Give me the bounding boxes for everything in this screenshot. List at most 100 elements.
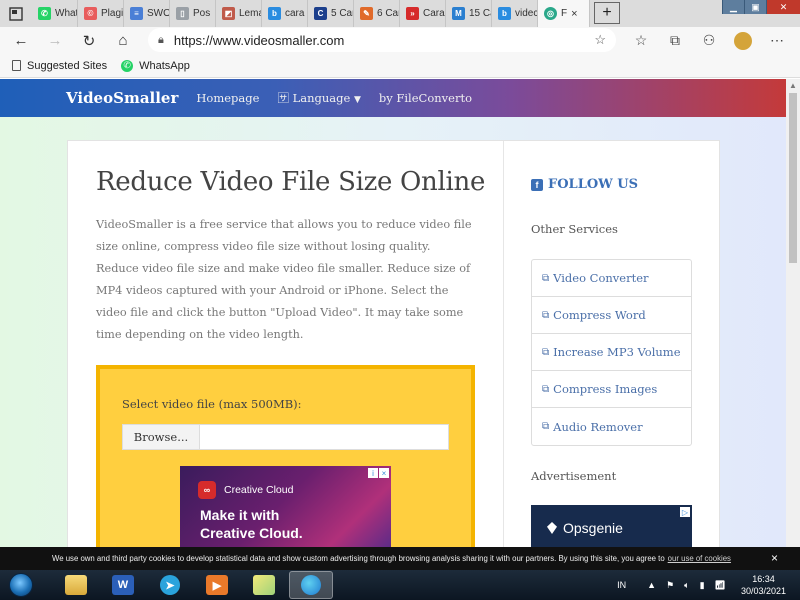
tab-favicon-icon: ◎: [544, 7, 557, 20]
browser-tab[interactable]: b videc: [492, 0, 538, 27]
action-center-icon[interactable]: ⚑: [666, 580, 674, 591]
cookie-text: We use own and third party cookies to de…: [52, 554, 665, 563]
windows-orb-icon: [9, 573, 33, 597]
address-bar[interactable]: 🔒︎ https://www.videosmaller.com ☆: [148, 28, 616, 52]
external-link-icon: ⧉: [542, 421, 550, 432]
home-button[interactable]: ⌂: [106, 27, 140, 54]
bookmark-label: WhatsApp: [139, 59, 190, 72]
browser-tab[interactable]: M 15 Ca: [446, 0, 492, 27]
browser-tab[interactable]: ▯ Pos: [170, 0, 216, 27]
whatsapp-icon: ✆: [121, 59, 134, 72]
new-tab-button[interactable]: +: [594, 2, 620, 24]
cookie-policy-link[interactable]: our use of cookies: [668, 554, 731, 563]
minimize-button[interactable]: ▁: [722, 0, 744, 14]
back-button[interactable]: ←: [4, 27, 38, 54]
taskbar-explorer[interactable]: [54, 571, 98, 599]
volume-icon[interactable]: 🔈︎: [684, 580, 689, 591]
clock-date: 30/03/2021: [740, 586, 786, 596]
bookmark-whatsapp[interactable]: ✆ WhatsApp: [121, 59, 190, 72]
scrollbar-thumb[interactable]: [789, 93, 797, 263]
service-label: Video Converter: [553, 271, 649, 285]
network-signal-icon[interactable]: 📶︎: [715, 580, 726, 591]
taskbar-media-player[interactable]: ▶: [195, 571, 239, 599]
page-scrollbar[interactable]: ▲: [786, 79, 800, 547]
refresh-button[interactable]: ↻: [72, 27, 106, 54]
close-tab-icon[interactable]: ×: [571, 8, 577, 20]
site-logo[interactable]: VideoSmaller: [66, 89, 178, 107]
collections-icon[interactable]: ⧉: [658, 32, 692, 49]
ad-headline-2: Creative Cloud.: [200, 525, 303, 541]
nav-homepage[interactable]: Homepage: [196, 91, 259, 105]
service-compress-word[interactable]: ⧉ Compress Word: [532, 297, 691, 334]
tab-label: 15 Ca: [469, 8, 491, 19]
tab-favicon-icon: ≡: [130, 7, 143, 20]
nav-language-label: Language: [292, 91, 351, 105]
external-link-icon: ⧉: [542, 272, 550, 284]
telegram-icon: ➤: [160, 575, 180, 595]
taskbar-word[interactable]: W: [101, 571, 145, 599]
ad-choices[interactable]: i ×: [367, 468, 389, 478]
taskbar-sticky-notes[interactable]: [242, 571, 286, 599]
scroll-up-icon[interactable]: ▲: [789, 81, 797, 90]
nav-language[interactable]: 🈂︎ Language ▼: [277, 90, 360, 106]
creative-cloud-logo-icon: ∞: [198, 481, 216, 499]
more-menu-icon[interactable]: ⋯: [760, 32, 794, 49]
browser-tab[interactable]: ✎ 6 Car: [354, 0, 400, 27]
browser-tab-active[interactable]: ◎ F ×: [538, 0, 590, 27]
external-link-icon: ⧉: [542, 383, 550, 395]
service-video-converter[interactable]: ⧉ Video Converter: [532, 260, 691, 297]
cookie-close-button[interactable]: ×: [771, 551, 778, 565]
facebook-icon: f: [531, 178, 543, 191]
page-description: VideoSmaller is a free service that allo…: [96, 218, 472, 341]
caret-down-icon: ▼: [353, 95, 361, 105]
browser-tab[interactable]: b cara: [262, 0, 308, 27]
tab-label: Plagi: [101, 8, 124, 19]
browser-tab[interactable]: ✆ What: [32, 0, 78, 27]
battery-icon[interactable]: ▮: [700, 580, 705, 591]
service-audio-remover[interactable]: ⧉ Audio Remover: [532, 408, 691, 445]
browser-tab[interactable]: © Plagi: [78, 0, 124, 27]
opsgenie-ad[interactable]: ▷ Opsgenie: [531, 505, 692, 547]
input-language[interactable]: IN: [617, 580, 626, 590]
extensions-icon[interactable]: ⚇: [692, 32, 726, 49]
tab-label: Lema: [239, 8, 262, 19]
service-increase-mp3-volume[interactable]: ⧉ Increase MP3 Volume: [532, 334, 691, 371]
window-controls: ▁ ▣ ✕: [722, 0, 800, 14]
bookmark-suggested-sites[interactable]: Suggested Sites: [12, 60, 107, 72]
ad-info-icon[interactable]: ▷: [680, 507, 690, 517]
browse-button[interactable]: Browse...: [123, 425, 200, 449]
toolbar-right: ☆ ⧉ ⚇ ⋯: [624, 27, 794, 54]
service-compress-images[interactable]: ⧉ Compress Images: [532, 371, 691, 408]
add-favorite-icon[interactable]: ☆: [594, 32, 606, 48]
tab-favicon-icon: ✆: [38, 7, 51, 20]
follow-us-label: FOLLOW US: [548, 177, 639, 192]
other-services-heading: Other Services: [531, 222, 618, 236]
tab-actions-icon: [9, 6, 23, 21]
forward-button[interactable]: →: [38, 27, 72, 54]
tab-label: 5 Car: [331, 8, 354, 19]
close-window-button[interactable]: ✕: [766, 0, 800, 14]
tab-actions-menu[interactable]: [0, 0, 32, 27]
taskbar-telegram[interactable]: ➤: [148, 571, 192, 599]
follow-us-link[interactable]: f FOLLOW US: [531, 177, 638, 192]
maximize-button[interactable]: ▣: [744, 0, 766, 14]
browser-tab[interactable]: C 5 Car: [308, 0, 354, 27]
show-hidden-icons[interactable]: ▲: [647, 580, 656, 590]
ad-close-icon[interactable]: ×: [379, 468, 389, 478]
video-file-input[interactable]: Browse...: [122, 424, 449, 450]
browser-tab[interactable]: ◩ Lema: [216, 0, 262, 27]
browser-tab[interactable]: ≡ SWO: [124, 0, 170, 27]
profile-avatar[interactable]: [734, 31, 752, 50]
page-title: Reduce Video File Size Online: [96, 167, 486, 197]
bookmarks-bar: Suggested Sites ✆ WhatsApp: [0, 54, 800, 78]
nav-fileconverto[interactable]: by FileConverto: [379, 91, 472, 105]
creative-cloud-ad[interactable]: i × ∞ Creative Cloud Make it with Creati…: [180, 466, 391, 547]
favorites-icon[interactable]: ☆: [624, 32, 658, 49]
browser-tab[interactable]: » Cara: [400, 0, 446, 27]
clock[interactable]: 16:34 30/03/2021: [741, 573, 786, 597]
start-button[interactable]: [4, 570, 38, 600]
taskbar-edge[interactable]: [289, 571, 333, 599]
tab-strip: ✆ What © Plagi ≡ SWO ▯ Pos ◩ Lema b cara C 5 Car ✎ 6 Ca…: [0, 0, 800, 27]
bookmark-label: Suggested Sites: [27, 59, 108, 72]
ad-info-icon[interactable]: i: [368, 468, 378, 478]
